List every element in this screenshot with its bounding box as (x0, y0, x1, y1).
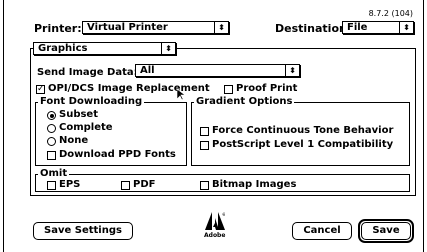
left-window-border (3, 0, 4, 252)
printer-label: Printer: (34, 22, 82, 35)
gradient-options-title: Gradient Options (194, 96, 295, 107)
destination-label: Destination: (275, 22, 352, 35)
omit-title: Omit (38, 168, 70, 179)
opi-checkbox[interactable]: ✓ (36, 85, 45, 94)
force-continuous-checkbox[interactable] (200, 127, 209, 136)
send-image-data-popup[interactable]: All ⬍ (135, 64, 300, 77)
proof-print-label: Proof Print (236, 83, 298, 94)
omit-pdf-label: PDF (133, 179, 156, 190)
updown-arrows-icon: ⬍ (285, 65, 299, 76)
right-window-border (423, 0, 424, 252)
proof-print-checkbox[interactable] (224, 85, 233, 94)
save-button[interactable]: Save (361, 222, 411, 240)
send-image-data-label: Send Image Data: (37, 67, 138, 78)
omit-bitmap-label: Bitmap Images (212, 179, 297, 190)
postscript-l1-checkbox[interactable] (200, 141, 209, 150)
updown-arrows-icon: ⬍ (214, 22, 228, 33)
omit-eps-label: EPS (59, 179, 81, 190)
arrow-cursor-icon (177, 89, 186, 101)
none-radio[interactable] (47, 137, 56, 146)
omit-bitmap-checkbox[interactable] (200, 181, 209, 190)
download-ppd-label: Download PPD Fonts (59, 149, 176, 160)
postscript-l1-label: PostScript Level 1 Compatibility (212, 139, 394, 150)
printer-popup[interactable]: Virtual Printer ⬍ (82, 21, 229, 34)
none-label: None (59, 135, 89, 146)
printer-popup-value: Virtual Printer (87, 22, 168, 33)
subset-radio[interactable] (47, 111, 56, 120)
destination-popup-value: File (347, 22, 368, 33)
svg-text:®: ® (222, 212, 225, 217)
checkmark-icon: ✓ (37, 84, 45, 94)
force-continuous-label: Force Continuous Tone Behavior (212, 125, 394, 136)
adobe-logo-icon: ® (205, 212, 225, 230)
send-image-data-value: All (140, 65, 155, 76)
omit-pdf-checkbox[interactable] (121, 181, 130, 190)
subset-label: Subset (59, 109, 98, 120)
adobe-logo-text: Adobe (204, 232, 226, 239)
download-ppd-checkbox[interactable] (47, 151, 56, 160)
save-settings-button[interactable]: Save Settings (33, 222, 133, 240)
cancel-button[interactable]: Cancel (292, 222, 352, 240)
complete-radio[interactable] (47, 124, 56, 133)
updown-arrows-icon: ⬍ (161, 43, 175, 54)
version-label: 8.7.2 (104) (368, 9, 413, 18)
destination-popup[interactable]: File ⬍ (342, 21, 414, 34)
panel-menu-value: Graphics (38, 43, 88, 54)
font-downloading-title: Font Downloading (38, 96, 145, 107)
omit-eps-checkbox[interactable] (47, 181, 56, 190)
updown-arrows-icon: ⬍ (399, 22, 413, 33)
complete-label: Complete (59, 122, 113, 133)
panel-menu-popup[interactable]: Graphics ⬍ (33, 42, 176, 55)
